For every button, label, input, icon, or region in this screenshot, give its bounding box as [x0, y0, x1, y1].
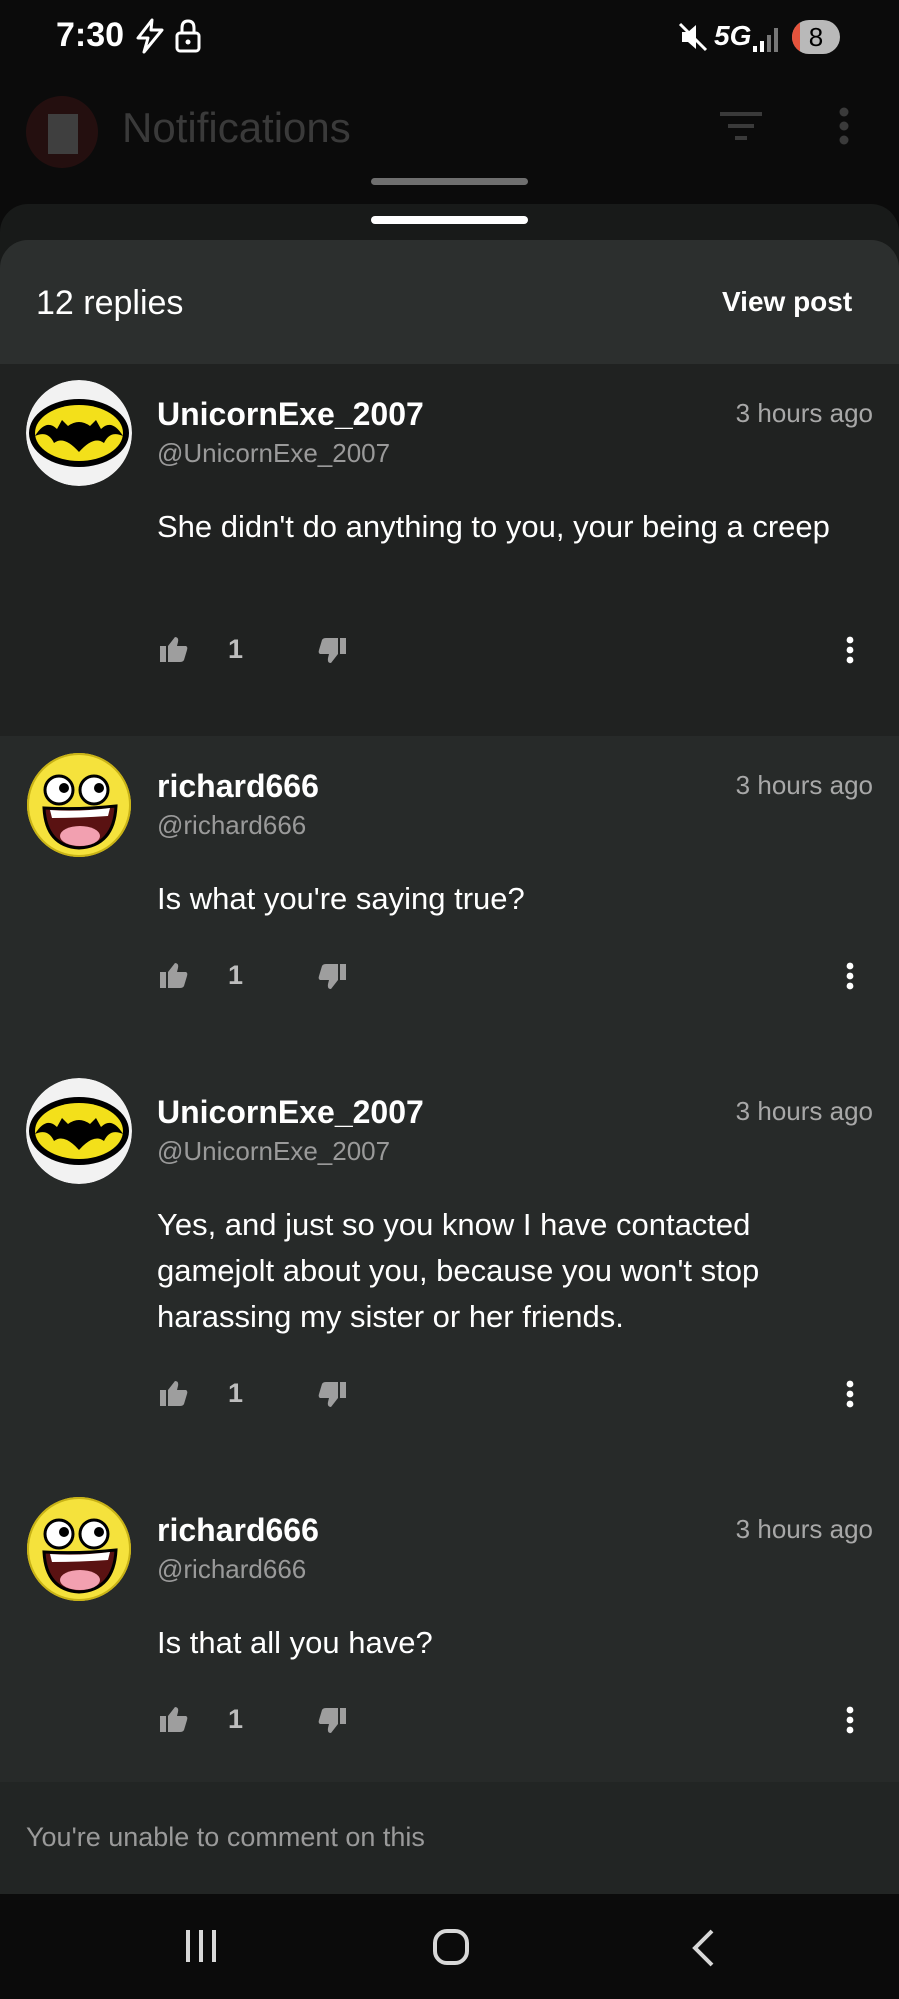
- sheet-handle-back: [371, 178, 528, 185]
- comment-username[interactable]: richard666: [157, 1512, 319, 1549]
- comment-more-icon[interactable]: [846, 1380, 854, 1408]
- battery-level: 8: [808, 22, 824, 52]
- comment-time: 3 hours ago: [735, 1514, 873, 1544]
- comment-handle[interactable]: @UnicornExe_2007: [157, 1136, 390, 1167]
- replies-sheet: 12 replies View post UnicornExe_2007 @Un…: [0, 240, 899, 1892]
- comment-time: 3 hours ago: [735, 1096, 873, 1126]
- comment-more-icon[interactable]: [846, 962, 854, 990]
- awesome-face-icon[interactable]: [26, 1496, 132, 1602]
- thumbs-up-icon[interactable]: [160, 636, 188, 662]
- comment-more-icon[interactable]: [846, 1706, 854, 1734]
- comment-more-icon[interactable]: [846, 636, 854, 664]
- thumbs-down-icon[interactable]: [318, 964, 346, 990]
- comment-text: She didn't do anything to you, your bein…: [157, 509, 830, 544]
- comment-text: Is what you're saying true?: [157, 881, 525, 916]
- battery-indicator: 8: [792, 20, 840, 54]
- back-icon[interactable]: [690, 1928, 716, 1968]
- thumbs-up-icon[interactable]: [160, 1706, 188, 1732]
- comment-time: 3 hours ago: [735, 770, 873, 800]
- batman-icon[interactable]: [26, 1078, 132, 1184]
- home-icon[interactable]: [432, 1928, 470, 1966]
- signal-icon: [753, 28, 778, 52]
- like-count: 1: [228, 1378, 244, 1408]
- thumbs-down-icon[interactable]: [318, 1708, 346, 1734]
- comment-disabled-footer: You're unable to comment on this: [0, 1782, 899, 1894]
- recent-apps-icon[interactable]: [184, 1928, 218, 1964]
- thumbs-down-icon[interactable]: [318, 638, 346, 664]
- reply-thread: richard666 @richard666 3 hours ago Is wh…: [0, 736, 899, 1892]
- like-count: 1: [228, 1704, 244, 1734]
- page-title: Notifications: [122, 104, 351, 151]
- like-count: 1: [228, 960, 244, 990]
- sheet-drag-handle[interactable]: [371, 216, 528, 224]
- network-type: 5G: [714, 20, 752, 51]
- more-options-icon[interactable]: [838, 106, 850, 146]
- profile-avatar[interactable]: [26, 96, 98, 168]
- lock-icon: [175, 19, 201, 53]
- thumbs-down-icon[interactable]: [318, 1382, 346, 1408]
- status-time: 7:30: [56, 16, 125, 54]
- comment-username[interactable]: UnicornExe_2007: [157, 1094, 424, 1131]
- comment-text: Yes, and just so you know I have contact…: [157, 1207, 760, 1334]
- comment-handle[interactable]: @UnicornExe_2007: [157, 438, 390, 469]
- status-bar: 7:30 5G 8: [0, 0, 899, 80]
- comment-username[interactable]: richard666: [157, 768, 319, 805]
- comment-handle[interactable]: @richard666: [157, 1554, 306, 1585]
- mute-icon: [678, 22, 708, 52]
- batman-icon[interactable]: [26, 380, 132, 486]
- awesome-face-icon[interactable]: [26, 752, 132, 858]
- like-count: 1: [228, 634, 244, 664]
- flash-icon: [136, 18, 164, 54]
- sheet-header: 12 replies View post: [0, 240, 899, 364]
- comment-time: 3 hours ago: [735, 398, 873, 428]
- filter-icon[interactable]: [720, 110, 762, 142]
- system-nav-bar: [0, 1894, 899, 1999]
- view-post-button[interactable]: View post: [722, 286, 852, 318]
- reply-comment: UnicornExe_2007 @UnicornExe_2007 3 hours…: [0, 364, 899, 736]
- comment-handle[interactable]: @richard666: [157, 810, 306, 841]
- replies-count: 12 replies: [36, 284, 184, 322]
- thumbs-up-icon[interactable]: [160, 962, 188, 988]
- comment-disabled-notice: You're unable to comment on this: [26, 1822, 425, 1852]
- comment-username[interactable]: UnicornExe_2007: [157, 396, 424, 433]
- thumbs-up-icon[interactable]: [160, 1380, 188, 1406]
- comment-text: Is that all you have?: [157, 1625, 433, 1660]
